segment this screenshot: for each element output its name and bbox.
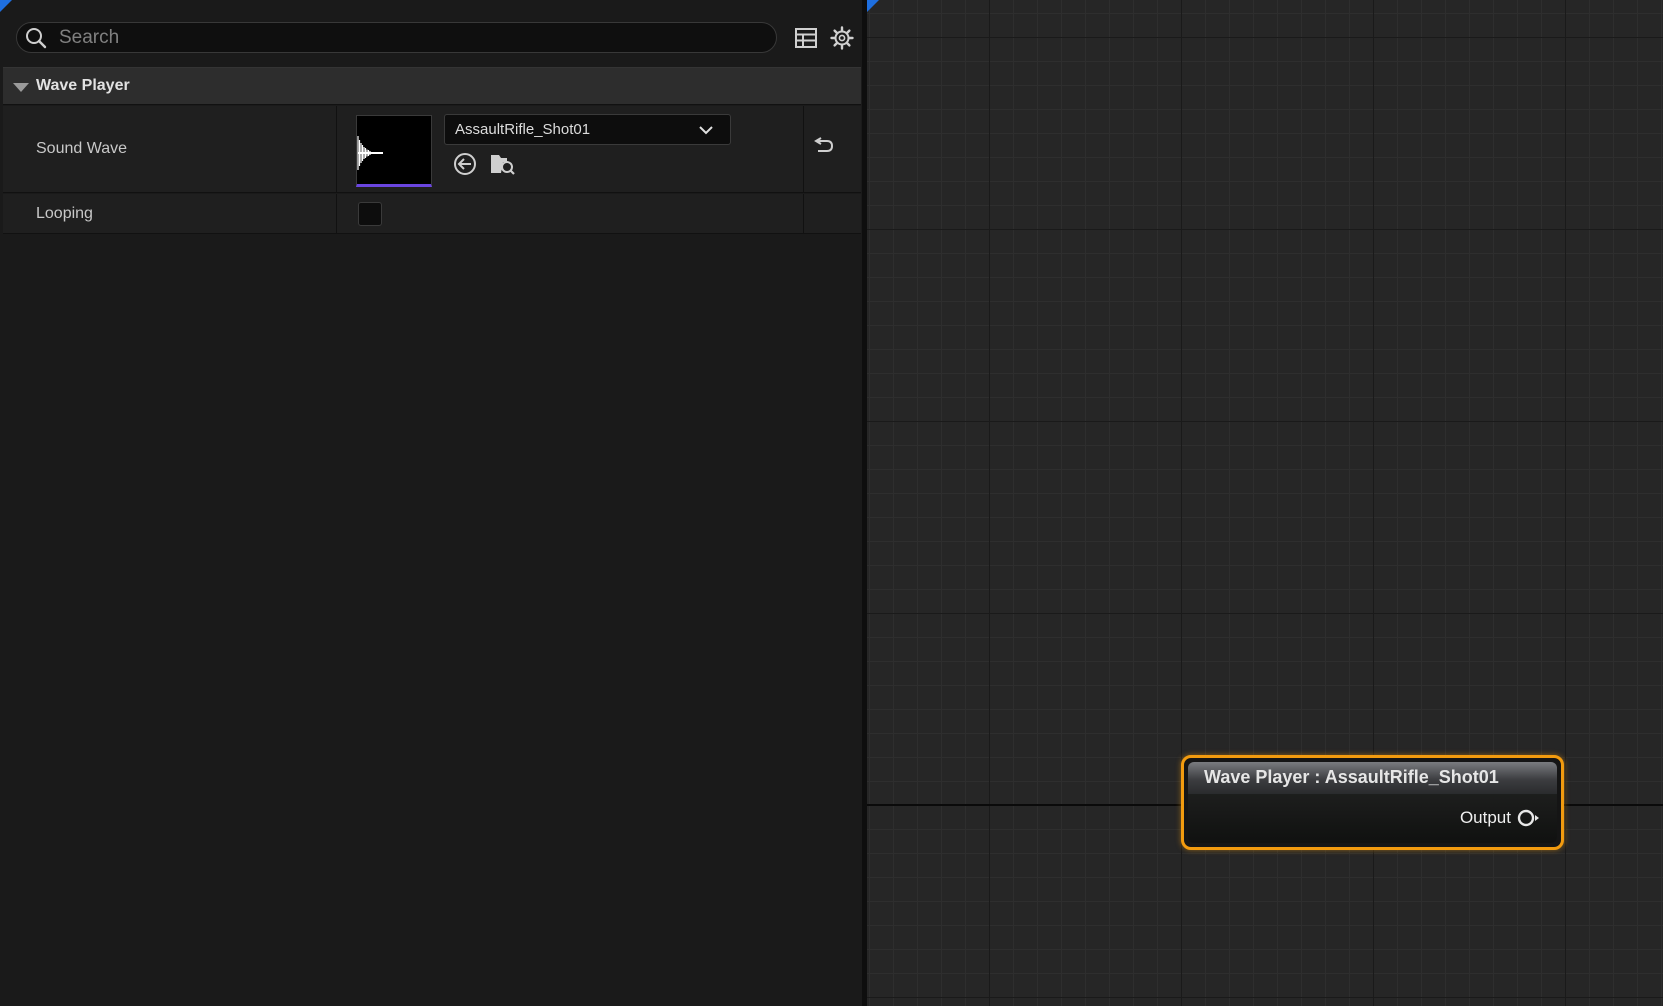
node-header[interactable]: Wave Player : AssaultRifle_Shot01 [1188,762,1557,794]
property-label: Looping [36,205,93,222]
sound-wave-thumbnail[interactable] [356,115,432,187]
category-title: Wave Player [36,77,130,94]
output-pin-label: Output [1459,808,1511,827]
panel-focus-marker [0,0,12,12]
details-panel: Wave Player Sound Wave [0,0,862,1006]
table-icon[interactable] [793,25,819,51]
node-title: Wave Player : AssaultRifle_Shot01 [1204,767,1499,787]
wave-player-node[interactable]: Wave Player : AssaultRifle_Shot01 Output [1181,755,1564,850]
graph-focus-marker [867,0,879,12]
looping-checkbox[interactable] [358,202,382,226]
expand-triangle-icon[interactable] [13,83,29,92]
property-row-sound-wave: Sound Wave AssaultRifle_Shot01 [3,106,861,193]
gear-icon[interactable] [829,25,855,51]
category-header-wave-player[interactable]: Wave Player [3,67,861,105]
search-input[interactable] [57,23,757,52]
asset-name: AssaultRifle_Shot01 [455,121,591,138]
browse-to-asset-button[interactable] [489,152,517,180]
asset-picker-combo[interactable]: AssaultRifle_Shot01 [444,114,731,145]
use-selected-asset-icon [453,152,477,181]
graph-canvas[interactable]: Wave Player : AssaultRifle_Shot01 Output [867,0,1663,1006]
column-splitter[interactable] [336,194,337,233]
browse-to-asset-icon [490,152,516,181]
column-splitter [803,194,804,233]
chevron-down-icon [698,123,714,137]
node-body: Output [1188,794,1557,843]
reset-to-default-button[interactable] [809,134,837,162]
column-splitter[interactable] [336,106,337,192]
property-label: Sound Wave [36,140,128,157]
search-bar[interactable] [16,22,777,53]
search-icon [25,27,47,49]
column-splitter [803,106,804,192]
output-pin-icon[interactable] [1517,808,1541,828]
use-selected-asset-button[interactable] [451,152,479,180]
property-row-looping: Looping [3,194,861,234]
reset-arrow-icon [812,136,834,160]
